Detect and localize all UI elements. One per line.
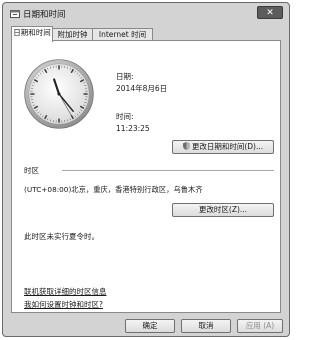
close-button[interactable]: ✕ xyxy=(257,6,283,19)
date-time-dialog: 日期和时间 ✕ 日期和时间 附加时钟 Internet 时间 日期: 2014年… xyxy=(2,2,290,337)
shield-icon xyxy=(182,142,190,150)
apply-button[interactable]: 应用 (A) xyxy=(237,319,283,333)
analog-clock xyxy=(24,59,94,129)
window-title: 日期和时间 xyxy=(23,10,66,20)
change-date-time-button[interactable]: 更改日期和时间(D)... xyxy=(172,140,274,154)
change-timezone-button[interactable]: 更改时区(Z)... xyxy=(172,203,274,217)
time-value: 11:23:25 xyxy=(116,124,150,133)
timezone-section-label: 时区 xyxy=(24,166,39,175)
cancel-button[interactable]: 取消 xyxy=(181,319,231,333)
date-label: 日期: xyxy=(116,72,134,81)
title-bar: 日期和时间 ✕ xyxy=(3,3,289,23)
tab-date-time[interactable]: 日期和时间 xyxy=(11,26,53,42)
calendar-clock-icon xyxy=(10,10,20,18)
dst-note: 此时区未实行夏令时。 xyxy=(24,232,99,241)
timezone-divider xyxy=(62,170,274,171)
date-value: 2014年8月6日 xyxy=(116,84,168,93)
time-label: 时间: xyxy=(116,112,134,121)
ok-button[interactable]: 确定 xyxy=(125,319,175,333)
change-date-time-label: 更改日期和时间(D)... xyxy=(191,142,264,151)
timezone-value: (UTC+08:00)北京，重庆，香港特别行政区，乌鲁木齐 xyxy=(24,185,203,194)
online-timezone-info-link[interactable]: 联机获取详细的时区信息 xyxy=(24,286,107,297)
tab-panel-date-time: 日期: 2014年8月6日 时间: 11:23:25 更改日期和时间(D)...… xyxy=(11,40,281,313)
clock-center-pin xyxy=(57,92,61,96)
how-to-set-clock-link[interactable]: 我如何设置时钟和时区? xyxy=(24,299,103,310)
